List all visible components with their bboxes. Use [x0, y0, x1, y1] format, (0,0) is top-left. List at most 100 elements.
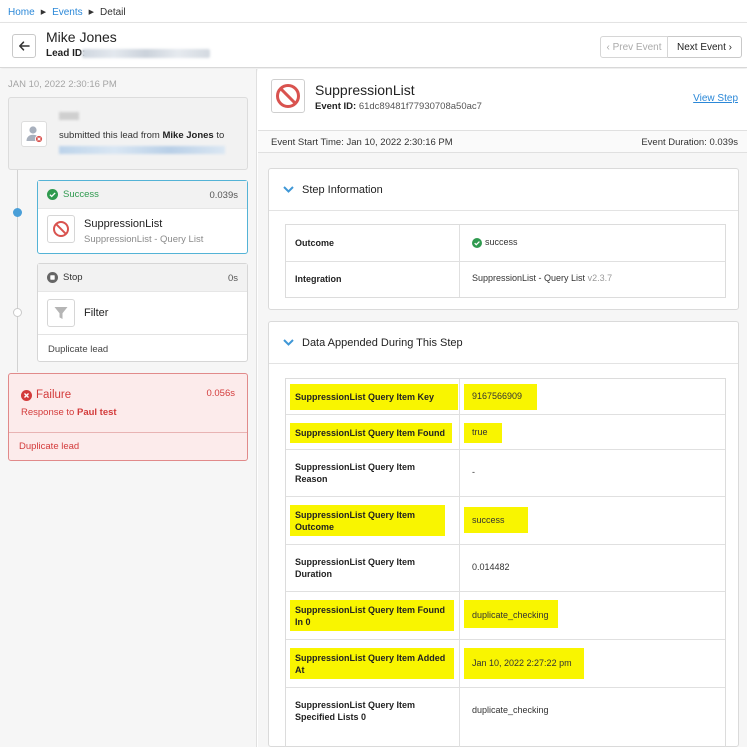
event-detail: SuppressionList Event ID: 61dc89481f7793…	[258, 69, 747, 747]
submission-prefix: submitted this lead from	[59, 130, 163, 141]
row-value: Jan 10, 2022 2:27:22 pm	[472, 658, 572, 668]
row-key: SuppressionList Query Item Found	[295, 428, 446, 438]
error-circle-icon	[21, 389, 32, 401]
lead-submission-card: submitted this lead from Mike Jones to	[8, 97, 248, 170]
filter-icon	[47, 299, 75, 327]
step-information-header[interactable]: Step Information	[269, 169, 738, 211]
lead-id-redacted	[82, 49, 210, 58]
row-value: duplicate_checking	[472, 705, 549, 715]
event-id-label: Event ID:	[315, 101, 357, 112]
row-key: Outcome	[295, 238, 335, 248]
step-duration: 0.039s	[209, 190, 238, 201]
step-card-filter[interactable]: Stop 0s Filter Duplicate lead	[37, 263, 248, 362]
breadcrumb-events-link[interactable]: Events	[52, 7, 83, 18]
breadcrumb: Home ▶ Events ▶ Detail	[8, 5, 126, 19]
prohibited-icon	[271, 79, 305, 113]
breadcrumb-separator-icon: ▶	[40, 9, 47, 16]
breadcrumb-current: Detail	[100, 6, 126, 18]
section-title: Data Appended During This Step	[302, 336, 463, 349]
step-header: Stop 0s	[38, 264, 247, 292]
step-information-table: Outcome success Integration SuppressionL…	[285, 224, 726, 298]
table-row: SuppressionList Query Item Specified Lis…	[286, 688, 725, 747]
divider	[9, 432, 247, 433]
submission-lead-name: Mike Jones	[162, 130, 214, 141]
failure-title-text: Failure	[36, 389, 72, 401]
step-status: Stop	[63, 272, 83, 283]
row-value: 9167566909	[472, 391, 523, 401]
table-row: Outcome success	[286, 225, 725, 262]
row-value: success	[472, 515, 505, 525]
arrow-left-icon	[19, 41, 30, 51]
failure-title: Failure	[21, 389, 71, 401]
table-row: Integration SuppressionList - Query List…	[286, 262, 725, 297]
failure-response: Response to Paul test	[21, 407, 117, 418]
submission-suffix: to	[213, 130, 225, 141]
stop-icon	[47, 272, 58, 283]
integration-version: v2.3.7	[587, 273, 613, 283]
data-appended-table: SuppressionList Query Item Key 916756690…	[285, 378, 726, 747]
step-information-section: Step Information Outcome success Integra…	[268, 168, 739, 310]
timeline-dot-active	[13, 208, 22, 217]
event-start-time: Event Start Time: Jan 10, 2022 2:30:16 P…	[271, 137, 453, 148]
step-card-suppressionlist[interactable]: Success 0.039s SuppressionList Suppressi…	[37, 180, 248, 254]
breadcrumb-home-link[interactable]: Home	[8, 7, 35, 18]
back-button[interactable]	[12, 34, 36, 58]
row-key: SuppressionList Query Item Reason	[295, 462, 416, 484]
row-key: SuppressionList Query Item Found In 0	[295, 605, 446, 627]
view-step-link[interactable]: View Step	[693, 93, 738, 104]
user-avatar-icon	[21, 121, 47, 147]
lead-header: Mike Jones Lead ID: ‹ Prev Event Next Ev…	[0, 22, 747, 68]
divider	[38, 334, 247, 335]
row-value: duplicate_checking	[472, 610, 549, 620]
row-value: SuppressionList - Query List v2.3.7	[472, 273, 612, 283]
submission-text: submitted this lead from Mike Jones to	[59, 130, 224, 141]
prev-event-button[interactable]: ‹ Prev Event	[600, 36, 668, 58]
chevron-down-icon	[283, 186, 294, 193]
failure-response-name: Paul test	[76, 407, 117, 418]
event-id-value: 61dc89481f77930708a50ac7	[358, 101, 482, 112]
submission-url-redacted	[59, 146, 225, 154]
step-subtitle: SuppressionList - Query List	[84, 234, 204, 245]
row-key: SuppressionList Query Item Added At	[295, 653, 446, 675]
check-circle-icon	[472, 237, 482, 248]
row-key: Integration	[295, 274, 342, 284]
event-id: Event ID: 61dc89481f77930708a50ac7	[315, 101, 482, 112]
timeline-timestamp: JAN 10, 2022 2:30:16 PM	[8, 79, 117, 90]
row-key: SuppressionList Query Item Outcome	[295, 510, 416, 532]
table-row: SuppressionList Query Item Found true	[286, 415, 725, 450]
step-duration: 0s	[227, 273, 238, 284]
row-value: success	[472, 237, 518, 248]
data-appended-header[interactable]: Data Appended During This Step	[269, 322, 738, 364]
table-row: SuppressionList Query Item Reason -	[286, 450, 725, 497]
table-row: SuppressionList Query Item Duration 0.01…	[286, 545, 725, 592]
event-timeline: JAN 10, 2022 2:30:16 PM submitted this l…	[0, 69, 257, 747]
outcome-value: success	[485, 237, 518, 247]
event-title: SuppressionList	[315, 82, 415, 98]
row-key: SuppressionList Query Item Specified Lis…	[295, 700, 416, 722]
event-duration: Event Duration: 0.039s	[641, 137, 738, 148]
step-title: SuppressionList	[84, 218, 163, 230]
check-circle-icon	[47, 189, 58, 200]
step-header: Success 0.039s	[38, 181, 247, 209]
failure-reason: Duplicate lead	[19, 441, 80, 452]
timeline-line	[17, 170, 18, 372]
table-row: SuppressionList Query Item Added At Jan …	[286, 640, 725, 688]
next-event-button[interactable]: Next Event ›	[668, 36, 742, 58]
row-value: 0.014482	[472, 562, 510, 572]
submitter-name-redacted	[59, 112, 79, 120]
breadcrumb-separator-icon: ▶	[88, 9, 95, 16]
step-status: Success	[63, 189, 99, 200]
chevron-down-icon	[283, 339, 294, 346]
row-value: -	[472, 467, 475, 477]
step-title: Filter	[84, 307, 109, 319]
integration-name: SuppressionList - Query List	[472, 273, 586, 283]
table-row: SuppressionList Query Item Found In 0 du…	[286, 592, 725, 640]
failure-response-prefix: Response to	[21, 407, 77, 418]
failure-duration: 0.056s	[206, 388, 235, 399]
lead-id-label: Lead ID:	[46, 48, 86, 59]
section-title: Step Information	[302, 183, 383, 196]
table-row: SuppressionList Query Item Outcome succe…	[286, 497, 725, 545]
failure-card[interactable]: Failure 0.056s Response to Paul test Dup…	[8, 373, 248, 461]
event-meta-bar: Event Start Time: Jan 10, 2022 2:30:16 P…	[258, 130, 747, 153]
timeline-dot	[13, 308, 22, 317]
